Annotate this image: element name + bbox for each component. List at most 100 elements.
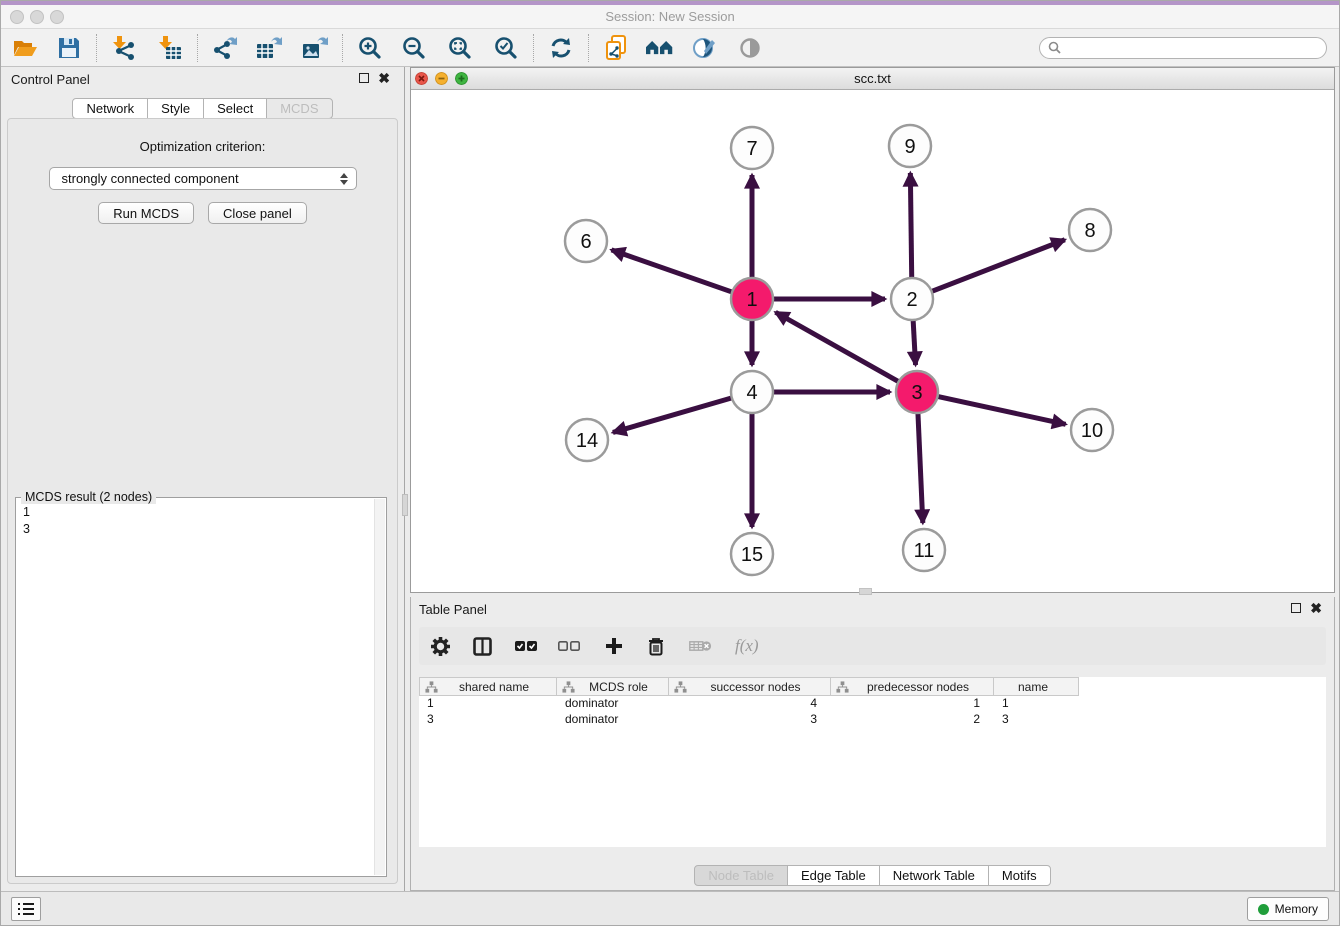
network-canvas[interactable]: 1 2 3 4 6 7 8 9 10 11 14 15	[411, 90, 1334, 592]
table-cell[interactable]: 4	[669, 696, 831, 712]
graph-edge-2-9[interactable]	[910, 173, 911, 278]
svg-text:6: 6	[580, 231, 591, 253]
graph-node-2[interactable]: 2	[891, 278, 933, 320]
graph-edge-3-10[interactable]	[938, 396, 1066, 424]
export-table-button[interactable]	[255, 34, 283, 62]
float-panel-icon[interactable]	[359, 73, 369, 83]
graph-node-1[interactable]: 1	[731, 278, 773, 320]
tab-edge-table[interactable]: Edge Table	[787, 865, 880, 886]
table-settings-button[interactable]	[431, 637, 450, 656]
deselect-all-rows-button[interactable]	[558, 640, 580, 652]
table-cell[interactable]: 1	[419, 696, 557, 712]
delete-column-button[interactable]	[689, 639, 712, 653]
window-title: Session: New Session	[1, 9, 1339, 24]
table-cell[interactable]: dominator	[557, 696, 669, 712]
import-network-button[interactable]	[110, 34, 138, 62]
tab-network[interactable]: Network	[72, 98, 148, 119]
table-row[interactable]: 1dominator411	[419, 696, 1326, 712]
criterion-select[interactable]: strongly connected component	[49, 167, 357, 190]
column-header-MCDS-role[interactable]: MCDS role	[557, 677, 669, 696]
svg-text:11: 11	[914, 540, 935, 562]
graph-edge-1-6[interactable]	[611, 250, 732, 292]
graph-node-6[interactable]: 6	[565, 220, 607, 262]
graph-edge-4-14[interactable]	[613, 398, 732, 433]
function-builder-button[interactable]: f(x)	[735, 636, 759, 656]
graph-node-9[interactable]: 9	[889, 125, 931, 167]
graph-edge-3-11[interactable]	[918, 413, 923, 523]
select-stepper-icon	[340, 168, 348, 189]
vertical-split-grip[interactable]	[402, 494, 408, 516]
tab-motifs[interactable]: Motifs	[988, 865, 1051, 886]
open-session-button[interactable]	[11, 34, 39, 62]
toolbar-separator	[197, 34, 198, 62]
network-window-title: scc.txt	[411, 71, 1334, 86]
column-header-shared-name[interactable]: shared name	[419, 677, 557, 696]
tab-mcds[interactable]: MCDS	[266, 98, 332, 119]
zoom-out-button[interactable]	[400, 34, 428, 62]
graph-node-7[interactable]: 7	[731, 127, 773, 169]
float-panel-icon[interactable]	[1291, 603, 1301, 613]
column-header-successor-nodes[interactable]: successor nodes	[669, 677, 831, 696]
tab-style[interactable]: Style	[147, 98, 204, 119]
import-table-button[interactable]	[156, 34, 184, 62]
search-input[interactable]	[1066, 41, 1326, 55]
clone-network-button[interactable]	[602, 34, 630, 62]
optimization-criterion-label: Optimization criterion:	[8, 139, 397, 154]
graph-node-3[interactable]: 3	[896, 371, 938, 413]
run-mcds-button[interactable]: Run MCDS	[98, 202, 194, 224]
table-cell[interactable]: 3	[994, 712, 1079, 728]
svg-text:8: 8	[1084, 220, 1095, 242]
svg-text:1: 1	[746, 289, 757, 311]
graph-node-15[interactable]: 15	[731, 533, 773, 575]
tab-node-table[interactable]: Node Table	[694, 865, 788, 886]
table-cell[interactable]: 1	[994, 696, 1079, 712]
close-panel-icon[interactable]: ✖	[378, 73, 390, 83]
svg-text:10: 10	[1081, 420, 1103, 442]
close-panel-button[interactable]: Close panel	[208, 202, 307, 224]
zoom-selected-button[interactable]	[492, 34, 520, 62]
mcds-result-text[interactable]: 1 3	[17, 499, 373, 875]
graph-node-14[interactable]: 14	[566, 419, 608, 461]
table-cell[interactable]: dominator	[557, 712, 669, 728]
svg-text:7: 7	[746, 138, 757, 160]
graph-node-10[interactable]: 10	[1071, 409, 1113, 451]
hide-preview-button[interactable]	[736, 34, 764, 62]
table-cell[interactable]: 3	[419, 712, 557, 728]
export-network-button[interactable]	[211, 34, 239, 62]
delete-row-button[interactable]	[648, 637, 664, 656]
close-panel-icon[interactable]: ✖	[1310, 603, 1322, 613]
network-list-button[interactable]	[11, 897, 41, 921]
save-session-button[interactable]	[55, 34, 83, 62]
home-networks-button[interactable]	[646, 34, 674, 62]
graph-edge-3-1[interactable]	[776, 312, 899, 381]
graph-edge-2-3[interactable]	[913, 320, 915, 365]
graph-edge-2-8[interactable]	[932, 240, 1065, 292]
memory-button[interactable]: Memory	[1247, 897, 1329, 921]
split-table-button[interactable]	[473, 637, 492, 656]
search-field[interactable]	[1039, 37, 1327, 59]
memory-status-icon	[1258, 904, 1269, 915]
tab-network-table[interactable]: Network Table	[879, 865, 989, 886]
add-column-button[interactable]	[605, 637, 623, 655]
network-window-titlebar[interactable]: scc.txt	[411, 68, 1334, 90]
table-row[interactable]: 3dominator323	[419, 712, 1326, 728]
table-cell[interactable]: 1	[831, 696, 994, 712]
graph-node-8[interactable]: 8	[1069, 209, 1111, 251]
select-all-rows-button[interactable]	[515, 640, 537, 652]
table-cell[interactable]: 3	[669, 712, 831, 728]
horizontal-split-grip[interactable]	[859, 588, 872, 595]
table-cell[interactable]: 2	[831, 712, 994, 728]
result-scrollbar[interactable]	[374, 499, 385, 875]
export-image-button[interactable]	[301, 34, 329, 62]
column-header-name[interactable]: name	[994, 677, 1079, 696]
zoom-fit-button[interactable]	[446, 34, 474, 62]
graph-node-11[interactable]: 11	[903, 529, 945, 571]
graph-node-4[interactable]: 4	[731, 371, 773, 413]
table-panel-title: Table Panel	[419, 602, 487, 617]
apply-layout-button[interactable]	[547, 34, 575, 62]
style-preview-button[interactable]	[690, 34, 718, 62]
column-header-predecessor-nodes[interactable]: predecessor nodes	[831, 677, 994, 696]
zoom-in-button[interactable]	[356, 34, 384, 62]
os-titlebar: Session: New Session	[1, 5, 1339, 29]
tab-select[interactable]: Select	[203, 98, 267, 119]
